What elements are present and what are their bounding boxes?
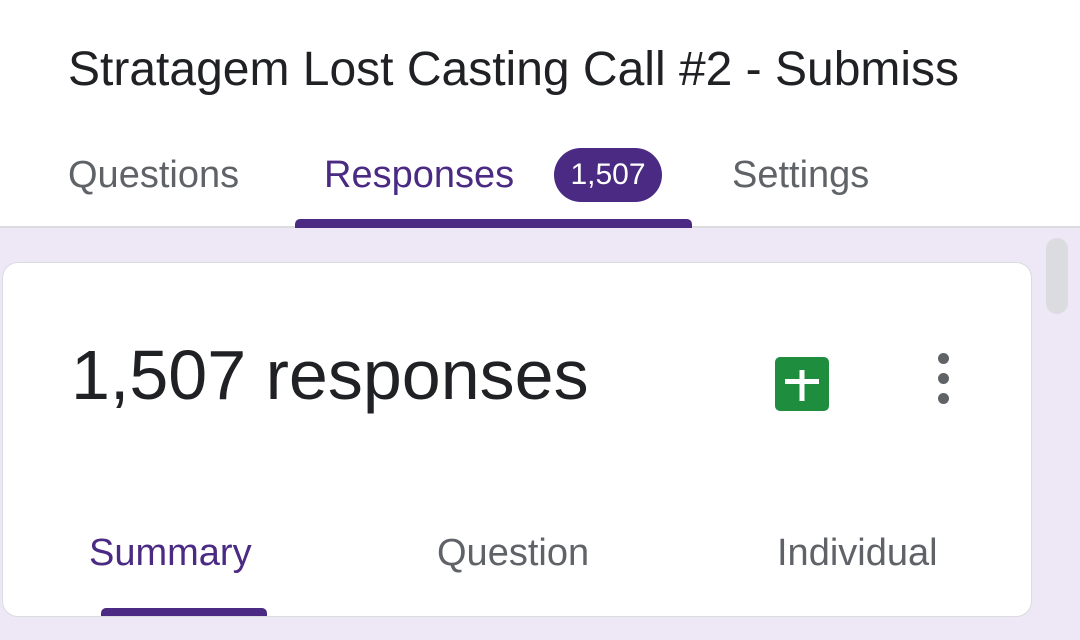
scrollbar-thumb[interactable]: [1046, 238, 1068, 314]
google-sheets-icon[interactable]: [775, 357, 829, 411]
active-subtab-indicator: [101, 608, 267, 616]
tab-questions[interactable]: Questions: [68, 150, 239, 200]
subtab-individual[interactable]: Individual: [777, 529, 938, 577]
subtab-question[interactable]: Question: [437, 529, 589, 577]
form-header: Stratagem Lost Casting Call #2 - Submiss…: [0, 0, 1080, 228]
active-tab-indicator: [295, 219, 692, 228]
form-title[interactable]: Stratagem Lost Casting Call #2 - Submiss: [68, 38, 1068, 102]
tab-settings[interactable]: Settings: [732, 150, 869, 200]
subtab-summary[interactable]: Summary: [89, 529, 252, 577]
more-vert-icon[interactable]: [921, 349, 965, 409]
tab-responses[interactable]: Responses: [324, 150, 514, 200]
responses-count-badge: 1,507: [554, 148, 662, 202]
responses-summary-card: 1,507 responses Summary Question Individ…: [2, 262, 1032, 617]
response-count-heading: 1,507 responses: [71, 336, 589, 414]
